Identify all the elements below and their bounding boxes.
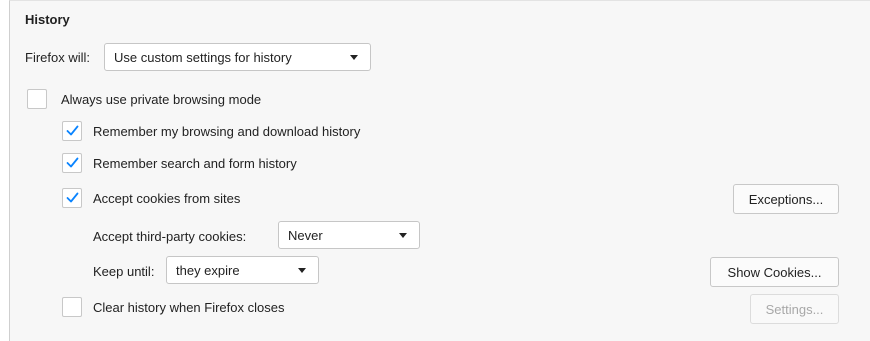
third-party-cookies-label: Accept third-party cookies: xyxy=(93,229,247,244)
remember-search-label: Remember search and form history xyxy=(93,156,297,171)
keep-until-select[interactable]: they expire xyxy=(166,256,319,284)
checkmark-icon xyxy=(66,125,79,136)
exceptions-button[interactable]: Exceptions... xyxy=(733,184,839,214)
firefox-will-label: Firefox will: xyxy=(25,50,91,65)
settings-button[interactable]: Settings... xyxy=(750,294,839,324)
chevron-down-icon xyxy=(298,268,306,273)
private-browsing-checkbox[interactable] xyxy=(27,89,47,109)
keep-until-label: Keep until: xyxy=(93,264,155,279)
show-cookies-button[interactable]: Show Cookies... xyxy=(710,257,839,287)
third-party-cookies-select[interactable]: Never xyxy=(278,221,420,249)
keep-until-selected: they expire xyxy=(176,262,240,278)
accept-cookies-label: Accept cookies from sites xyxy=(93,191,241,206)
checkmark-icon xyxy=(66,192,79,203)
history-mode-select[interactable]: Use custom settings for history xyxy=(104,43,371,71)
chevron-down-icon xyxy=(399,233,407,238)
section-title-history: History xyxy=(25,12,70,27)
clear-history-label: Clear history when Firefox closes xyxy=(93,300,285,315)
third-party-cookies-selected: Never xyxy=(288,227,323,243)
remember-browsing-label: Remember my browsing and download histor… xyxy=(93,124,361,139)
clear-history-checkbox[interactable] xyxy=(62,297,82,317)
remember-browsing-checkbox[interactable] xyxy=(62,121,82,141)
chevron-down-icon xyxy=(350,55,358,60)
checkmark-icon xyxy=(66,157,79,168)
accept-cookies-checkbox[interactable] xyxy=(62,188,82,208)
history-mode-selected: Use custom settings for history xyxy=(114,49,292,65)
remember-search-checkbox[interactable] xyxy=(62,153,82,173)
private-browsing-label: Always use private browsing mode xyxy=(61,92,262,107)
